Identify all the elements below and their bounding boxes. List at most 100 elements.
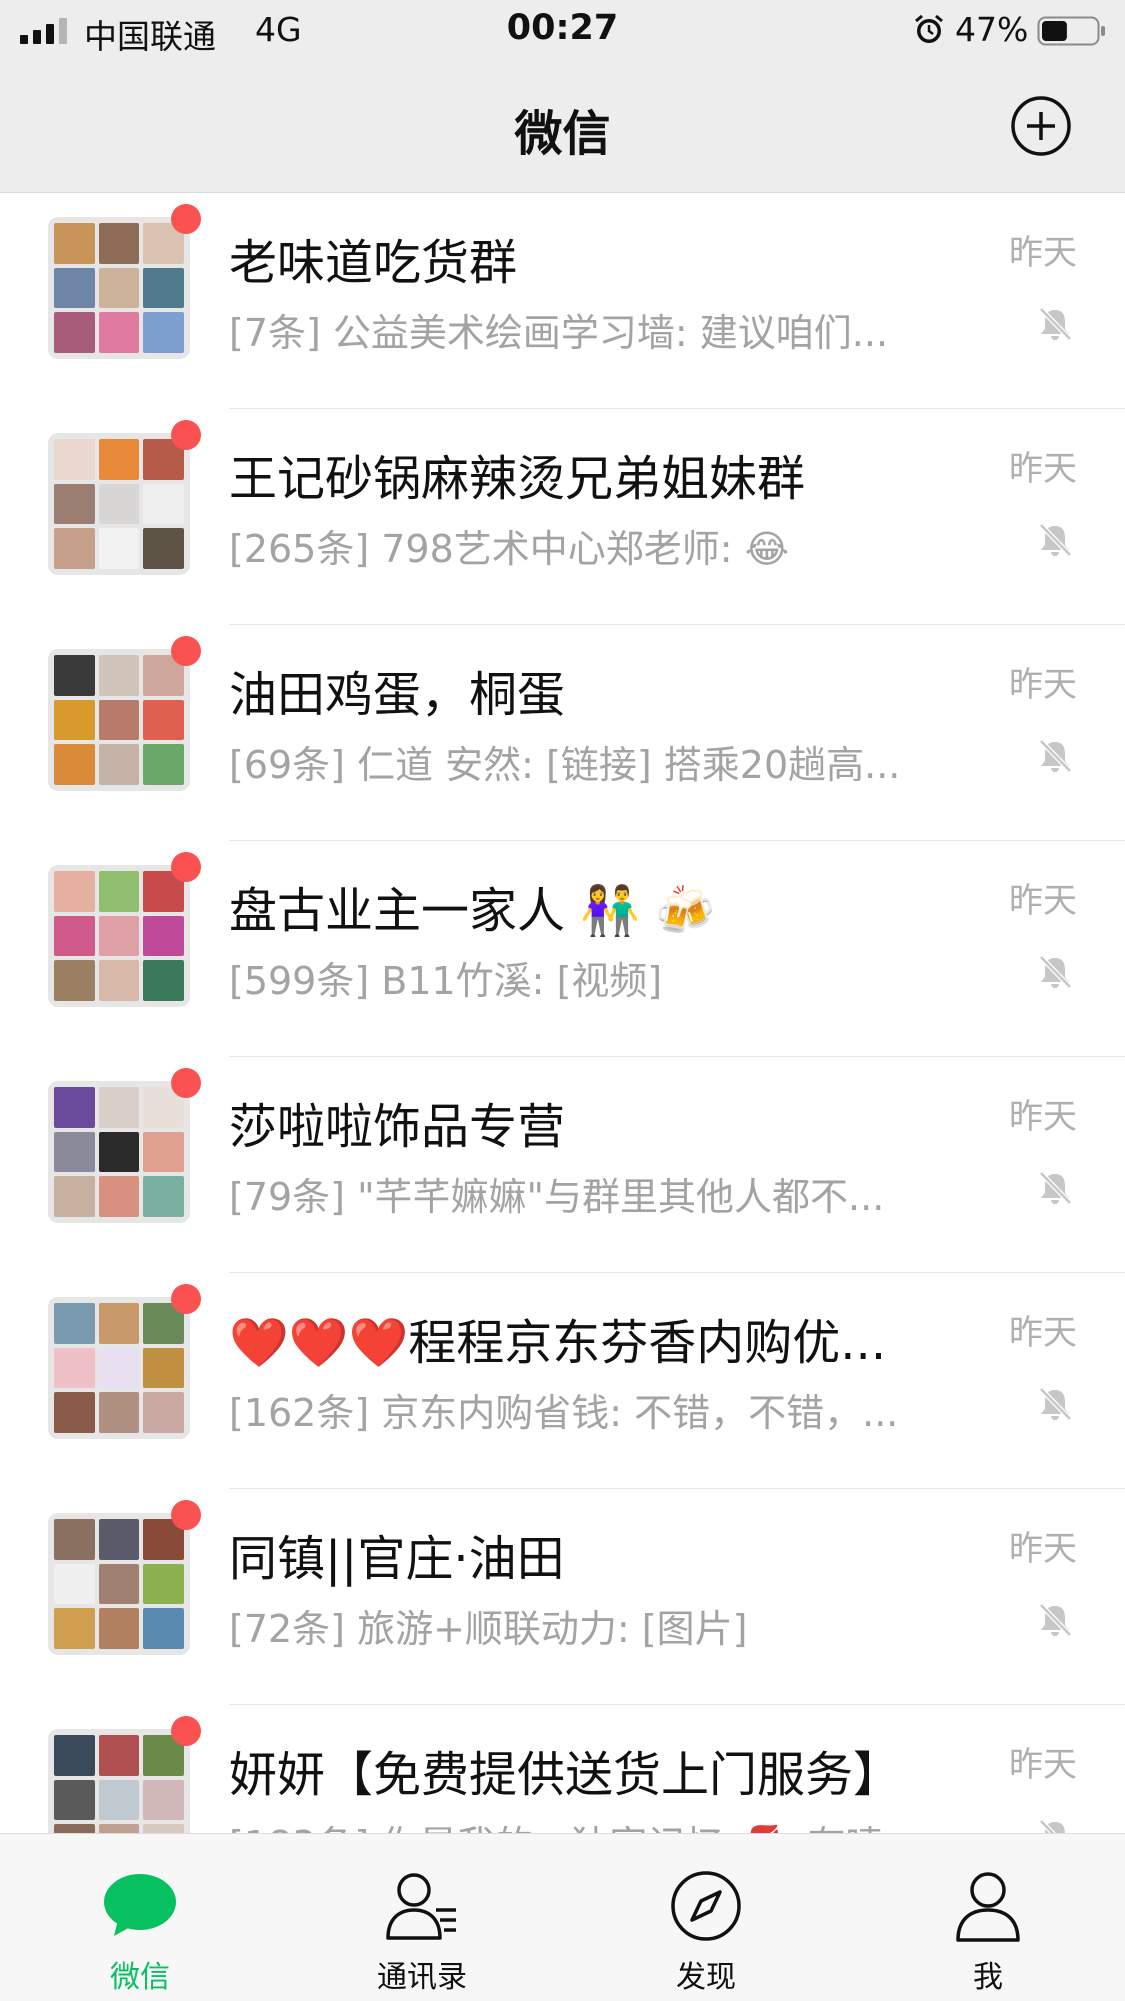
mute-bell-icon xyxy=(1039,307,1072,341)
unread-dot xyxy=(171,1500,201,1530)
unread-dot xyxy=(171,204,201,234)
group-avatar xyxy=(48,1284,201,1439)
unread-dot xyxy=(171,420,201,450)
chat-time: 昨天 xyxy=(1009,1745,1077,1785)
chat-time: 昨天 xyxy=(1009,449,1077,489)
nav-bar: 微信 xyxy=(0,62,1125,193)
avatar-tile xyxy=(143,1176,184,1217)
avatar-tile xyxy=(54,1824,95,1833)
unread-dot xyxy=(171,636,201,666)
page-title: 微信 xyxy=(514,106,611,162)
avatar-tile xyxy=(54,1087,95,1128)
unread-dot xyxy=(171,1284,201,1314)
avatar-tile xyxy=(143,744,184,785)
group-avatar xyxy=(48,420,201,575)
avatar-tile xyxy=(54,439,95,480)
avatar-tile xyxy=(98,483,140,525)
chat-row[interactable]: ❤️❤️❤️程程京东芬香内购优... [162条] 京东内购省钱: 不错，不错，… xyxy=(0,1273,1125,1489)
avatar-tile xyxy=(143,483,184,525)
avatar-tile xyxy=(98,1735,140,1776)
avatar-tile xyxy=(98,960,140,1001)
avatar-tile xyxy=(143,1563,184,1605)
person-icon xyxy=(956,1872,1020,1942)
avatar-tile xyxy=(54,1779,95,1821)
avatar-tile xyxy=(143,1608,184,1649)
avatar-tile xyxy=(98,1608,140,1649)
avatar-tile xyxy=(143,1392,184,1433)
avatar-tile xyxy=(143,915,184,957)
chat-row[interactable]: 王记砂锅麻辣烫兄弟姐妹群 [265条] 798艺术中心郑老师: 😂 昨天 xyxy=(0,409,1125,625)
chat-title: 王记砂锅麻辣烫兄弟姐妹群 xyxy=(229,451,806,507)
avatar-tile xyxy=(54,1519,95,1560)
chat-preview: [183条] 你是我的，独家记忆 💋: 有喷... xyxy=(229,1814,979,1833)
tab-label: 发现 xyxy=(676,1960,736,1995)
mute-bell-icon xyxy=(1039,1603,1072,1637)
battery-percent: 47% xyxy=(955,10,1029,49)
avatar-tile xyxy=(54,960,95,1001)
chat-preview: [79条] "芊芊嫲嫲"与群里其他人都不... xyxy=(229,1175,885,1219)
plus-circle-icon[interactable] xyxy=(1010,95,1072,157)
tab-label: 我 xyxy=(973,1960,1003,1995)
compass-icon xyxy=(671,1871,741,1941)
chat-row[interactable]: 盘古业主一家人 👫 🍻 [599条] B11竹溪: [视频] 昨天 xyxy=(0,841,1125,1057)
alarm-icon xyxy=(915,14,943,43)
tab-contacts[interactable]: 通讯录 xyxy=(342,1834,502,2001)
avatar-tile xyxy=(143,312,184,353)
avatar-tile xyxy=(143,267,184,309)
group-avatar xyxy=(48,1716,201,1833)
avatar-tile xyxy=(54,1176,95,1217)
chat-bubble-icon xyxy=(104,1874,176,1936)
avatar-tile xyxy=(98,915,140,957)
avatar-tile xyxy=(54,1347,95,1389)
avatar-tile xyxy=(143,528,184,569)
unread-dot xyxy=(171,852,201,882)
tab-discover[interactable]: 发现 xyxy=(626,1834,786,2001)
chat-title: ❤️❤️❤️程程京东芬香内购优... xyxy=(229,1315,887,1371)
avatar-tile xyxy=(143,1824,184,1833)
status-bar: 中国联通 4G 00:27 47% xyxy=(0,0,1125,62)
chat-row[interactable]: 老味道吃货群 [7条] 公益美术绘画学习墙: 建议咱们... 昨天 xyxy=(0,193,1125,409)
chat-row[interactable]: 妍妍【免费提供送货上门服务】 [183条] 你是我的，独家记忆 💋: 有喷...… xyxy=(0,1705,1125,1833)
avatar-tile xyxy=(98,655,140,696)
chat-preview: [7条] 公益美术绘画学习墙: 建议咱们... xyxy=(229,311,889,355)
contacts-icon xyxy=(386,1873,456,1940)
avatar-tile xyxy=(143,1347,184,1389)
unread-dot xyxy=(171,1068,201,1098)
tab-me[interactable]: 我 xyxy=(908,1834,1068,2001)
avatar-tile xyxy=(98,871,140,912)
chat-time: 昨天 xyxy=(1009,233,1077,273)
chat-row[interactable]: 同镇||官庄·油田 [72条] 旅游+顺联动力: [图片] 昨天 xyxy=(0,1489,1125,1705)
avatar-tile xyxy=(98,1176,140,1217)
tab-chats[interactable]: 微信 xyxy=(60,1834,220,2001)
chat-row[interactable]: 油田鸡蛋，桐蛋 [69条] 仁道 安然: [链接] 搭乘20趟高... 昨天 xyxy=(0,625,1125,841)
chat-preview: [599条] B11竹溪: [视频] xyxy=(229,959,663,1003)
chat-time: 昨天 xyxy=(1009,1529,1077,1569)
chat-time: 昨天 xyxy=(1009,1097,1077,1137)
avatar-tile xyxy=(98,1779,140,1821)
avatar-tile xyxy=(98,1087,140,1128)
avatar-tile xyxy=(98,1131,140,1173)
avatar-tile xyxy=(54,312,95,353)
avatar-tile xyxy=(98,1392,140,1433)
avatar-tile xyxy=(54,871,95,912)
chat-title: 油田鸡蛋，桐蛋 xyxy=(229,667,566,723)
avatar-tile xyxy=(98,1519,140,1560)
mute-bell-icon xyxy=(1039,739,1072,773)
mute-bell-icon xyxy=(1039,1171,1072,1205)
avatar-tile xyxy=(98,267,140,309)
avatar-tile xyxy=(98,312,140,353)
avatar-tile xyxy=(98,744,140,785)
battery-icon xyxy=(1037,16,1105,46)
avatar-tile xyxy=(54,1608,95,1649)
avatar-tile xyxy=(54,483,95,525)
group-avatar xyxy=(48,1500,201,1655)
mute-bell-icon xyxy=(1039,523,1072,557)
chat-row[interactable]: 莎啦啦饰品专营 [79条] "芊芊嫲嫲"与群里其他人都不... 昨天 xyxy=(0,1057,1125,1273)
group-avatar xyxy=(48,636,201,791)
unread-dot xyxy=(171,1716,201,1746)
avatar-tile xyxy=(54,267,95,309)
avatar-tile xyxy=(98,1303,140,1344)
mute-bell-icon xyxy=(1039,1387,1072,1421)
avatar-tile xyxy=(54,915,95,957)
avatar-tile xyxy=(54,744,95,785)
